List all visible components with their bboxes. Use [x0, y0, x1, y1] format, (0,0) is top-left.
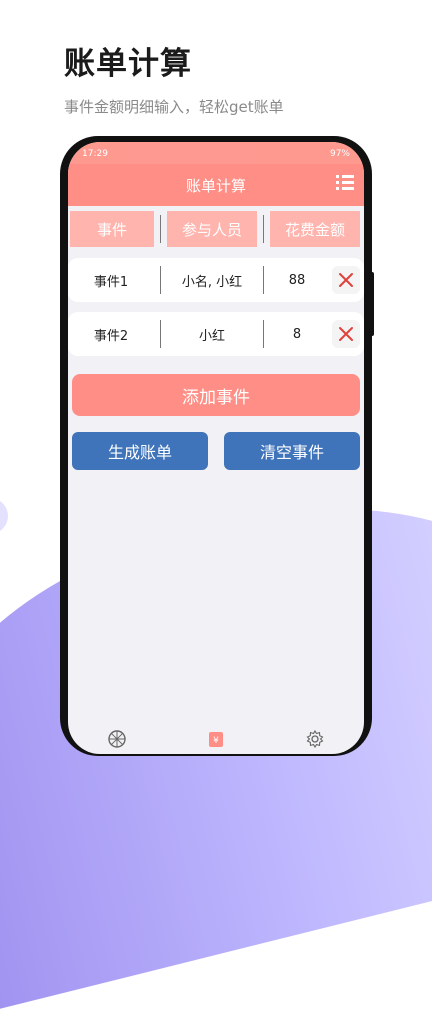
bottom-nav: ¥ — [68, 728, 364, 754]
list-menu-icon[interactable] — [336, 175, 354, 193]
header-participants: 参与人员 — [167, 211, 257, 247]
close-icon — [339, 327, 353, 341]
participants-input[interactable]: 小名, 小红 — [167, 262, 257, 298]
table-header: 事件 参与人员 花费金额 — [68, 210, 364, 248]
column-divider — [160, 266, 161, 294]
background-decoration — [0, 498, 8, 534]
column-divider — [160, 320, 161, 348]
header-event: 事件 — [70, 211, 154, 247]
status-bar: 17:29 97% — [68, 142, 364, 166]
table-row: 事件1 小名, 小红 88 — [68, 258, 364, 302]
svg-text:¥: ¥ — [213, 736, 219, 746]
participants-input[interactable]: 小红 — [167, 316, 257, 352]
delete-row-button[interactable] — [332, 266, 360, 294]
event-name-input[interactable]: 事件1 — [68, 262, 154, 298]
yen-bill-icon[interactable]: ¥ — [205, 728, 227, 750]
amount-input[interactable]: 88 — [270, 262, 324, 298]
column-divider — [263, 320, 264, 348]
table-row: 事件2 小红 8 — [68, 312, 364, 356]
delete-row-button[interactable] — [332, 320, 360, 348]
phone-side-button — [60, 212, 66, 236]
app-screen: 17:29 97% 账单计算 事件 参与人员 花费金额 事件1 小名, 小红 8… — [68, 142, 364, 754]
promo-subtitle: 事件金额明细输入，轻松get账单 — [64, 98, 284, 116]
status-time: 17:29 — [82, 149, 108, 159]
settings-gear-icon[interactable] — [304, 728, 326, 750]
event-name-input[interactable]: 事件2 — [68, 316, 154, 352]
amount-input[interactable]: 8 — [270, 316, 324, 352]
wheel-icon[interactable] — [106, 728, 128, 750]
column-divider — [263, 215, 264, 243]
close-icon — [339, 273, 353, 287]
generate-bill-button[interactable]: 生成账单 — [72, 432, 208, 470]
clear-events-button[interactable]: 清空事件 — [224, 432, 360, 470]
phone-side-button — [60, 250, 66, 280]
column-divider — [160, 215, 161, 243]
status-battery: 97% — [329, 149, 350, 159]
phone-power-button — [368, 272, 374, 336]
add-event-button[interactable]: 添加事件 — [72, 374, 360, 416]
header-amount: 花费金额 — [270, 211, 360, 247]
app-title: 账单计算 — [185, 176, 246, 195]
column-divider — [263, 266, 264, 294]
app-bar: 账单计算 — [68, 164, 364, 206]
promo-title: 账单计算 — [64, 46, 192, 82]
